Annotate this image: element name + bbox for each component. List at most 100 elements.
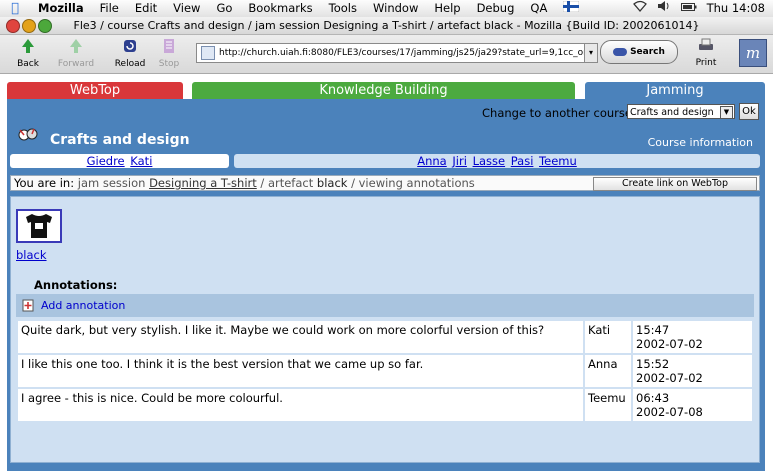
annotation-text: I agree - this is nice. Could be more co… [18,389,583,421]
menu-qa[interactable]: QA [522,0,555,17]
course-information-link[interactable]: Course information [648,136,753,149]
ok-button[interactable]: Ok [739,103,759,120]
menu-help[interactable]: Help [426,0,468,17]
annotation-date: 2002-07-02 [636,371,703,385]
clock[interactable]: Thu 14:08 [707,0,765,17]
search-label: Search [630,47,665,57]
user-link-jiri[interactable]: Jiri [452,154,467,168]
breadcrumb-jam-label: jam session [77,176,146,190]
annotation-author: Teemu [585,389,631,421]
forward-label: Forward [57,59,95,69]
menu-file[interactable]: File [92,0,127,17]
reload-icon [124,40,136,52]
wifi-icon[interactable] [632,0,647,17]
jamming-icon [18,128,38,141]
search-button[interactable]: Search [600,40,678,64]
user-link-pasi[interactable]: Pasi [511,154,534,168]
url-bar[interactable]: http://church.uiah.fi:8080/FLE3/courses/… [196,43,598,63]
stop-button[interactable]: Stop [149,37,189,69]
print-button[interactable]: Print [686,37,726,68]
artefact-thumbnail[interactable] [16,209,62,243]
annotation-author: Anna [585,355,631,387]
printer-icon [699,38,713,50]
back-label: Back [17,59,39,69]
annotations-heading: Annotations: [34,278,118,292]
mac-menubar:  Mozilla File Edit View Go Bookmarks To… [0,0,773,18]
battery-icon[interactable] [680,0,697,17]
menu-view[interactable]: View [165,0,208,17]
jamming-panel: Change to another course Crafts and desi… [7,99,765,471]
annotation-timestamp: 15:52 2002-07-02 [633,355,752,387]
add-annotation-row: Add annotation [16,294,754,317]
menu-edit[interactable]: Edit [127,0,165,17]
annotation-timestamp: 15:47 2002-07-02 [633,321,752,353]
menu-debug[interactable]: Debug [469,0,523,17]
forward-button[interactable]: Forward [56,37,96,69]
search-icon [613,47,628,56]
annotation-author: Kati [585,321,631,353]
menu-tools[interactable]: Tools [321,0,365,17]
annotation-text: I like this one too. I think it is the b… [18,355,583,387]
tab-knowledge-building[interactable]: Knowledge Building [192,82,575,99]
window-titlebar: Fle3 / course Crafts and design / jam se… [0,17,773,35]
mozilla-logo[interactable]: m [739,39,767,67]
breadcrumb: You are in: jam session Designing a T-sh… [10,175,760,191]
annotation-timestamp: 06:43 2002-07-08 [633,389,752,421]
annotation-time: 15:47 [636,323,670,337]
window-title: Fle3 / course Crafts and design / jam se… [73,19,700,32]
menu-bookmarks[interactable]: Bookmarks [240,0,320,17]
user-link-kati[interactable]: Kati [130,154,152,168]
reload-button[interactable]: Reload [110,37,150,69]
forward-arrow-icon [70,39,82,53]
volume-icon[interactable] [657,0,671,17]
change-course-label: Change to another course [482,106,632,120]
user-group-1: Giedre Kati [10,154,229,168]
breadcrumb-artefact-label: / artefact [260,176,314,190]
annotation-time: 06:43 [636,391,670,405]
menu-window[interactable]: Window [365,0,426,17]
flag-icon[interactable] [555,0,587,17]
url-dropdown-icon[interactable]: ▾ [584,44,597,62]
breadcrumb-jam-link[interactable]: Designing a T-shirt [149,176,257,190]
tshirt-icon [26,214,52,238]
user-link-anna[interactable]: Anna [417,154,447,168]
back-arrow-icon [22,39,34,53]
annotation-text: Quite dark, but very stylish. I like it.… [18,321,583,353]
table-row: I agree - this is nice. Could be more co… [18,389,752,421]
print-label: Print [695,58,717,68]
user-link-teemu[interactable]: Teemu [539,154,577,168]
annotations-table: Quite dark, but very stylish. I like it.… [16,319,754,423]
breadcrumb-prefix: You are in: [14,176,75,190]
user-link-giedre[interactable]: Giedre [87,154,125,168]
web-page: WebTop Knowledge Building Jamming Change… [0,74,773,471]
url-text: http://church.uiah.fi:8080/FLE3/courses/… [219,48,598,58]
breadcrumb-artefact-name: black [316,176,348,190]
breadcrumb-tail: / viewing annotations [351,176,475,190]
table-row: Quite dark, but very stylish. I like it.… [18,321,752,353]
course-title: Crafts and design [50,132,190,148]
stop-label: Stop [158,59,180,69]
course-select[interactable]: Crafts and design ▼ [627,104,735,119]
create-link-webtop-button[interactable]: Create link on WebTop [593,177,757,191]
user-link-lasse[interactable]: Lasse [473,154,506,168]
tab-webtop[interactable]: WebTop [7,82,183,99]
stop-icon [164,39,174,53]
menu-go[interactable]: Go [208,0,240,17]
reload-label: Reload [114,59,146,69]
annotation-time: 15:52 [636,357,670,371]
course-select-arrow-icon: ▼ [720,106,733,119]
user-group-2: Anna Jiri Lasse Pasi Teemu [234,154,760,168]
add-annotation-icon[interactable] [22,299,35,312]
annotation-date: 2002-07-02 [636,337,703,351]
tab-jamming[interactable]: Jamming [585,82,765,99]
artefact-link[interactable]: black [16,248,47,262]
add-annotation-link[interactable]: Add annotation [41,299,125,312]
back-button[interactable]: Back [8,37,48,69]
course-select-value: Crafts and design [630,107,714,118]
apple-menu-icon[interactable]:  [0,1,30,16]
annotation-date: 2002-07-08 [636,405,703,419]
table-row: I like this one too. I think it is the b… [18,355,752,387]
page-icon [201,45,215,60]
menu-app[interactable]: Mozilla [30,0,92,17]
content-area: black Annotations: Add annotation Quite … [10,196,760,463]
